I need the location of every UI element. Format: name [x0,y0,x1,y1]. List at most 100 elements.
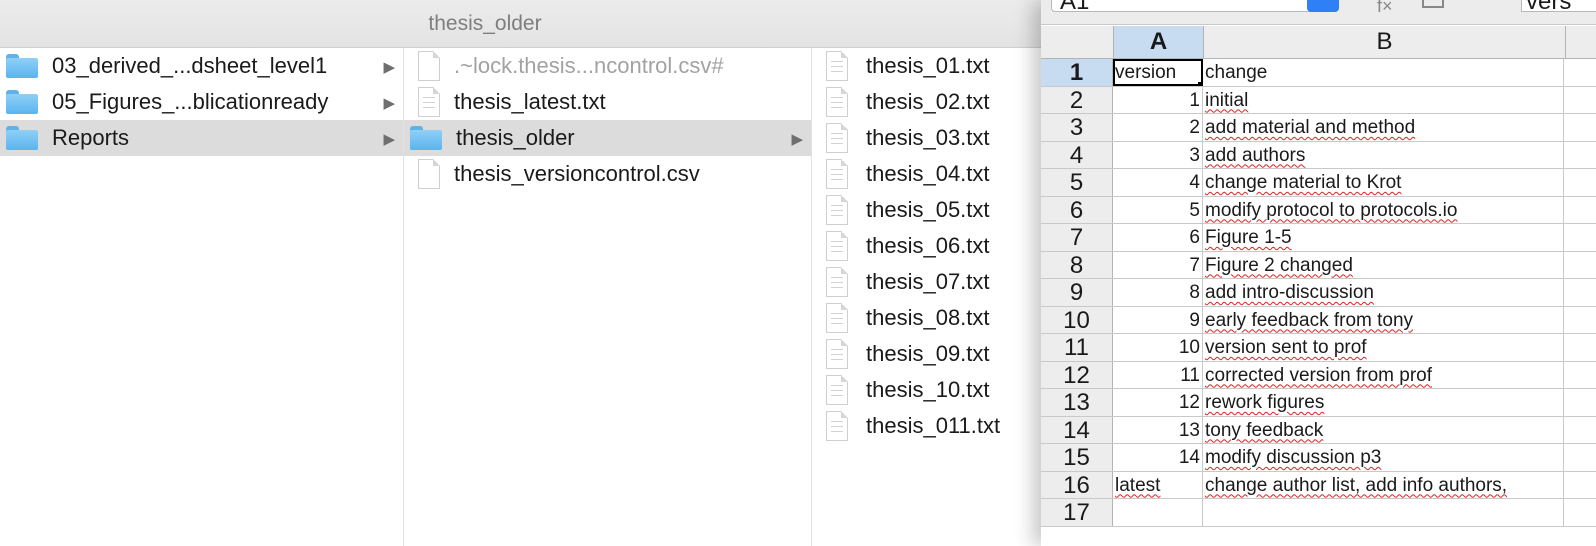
cell-a[interactable]: 2 [1113,114,1203,141]
column-header-b[interactable]: B [1204,26,1566,58]
table-row: 10 9 early feedback from tony [1041,306,1596,334]
column-header-a[interactable]: A [1114,26,1204,58]
cell-a[interactable]: 12 [1113,389,1203,416]
browser-column-2[interactable]: .~lock.thesis...ncontrol.csv# thesis_late… [404,48,812,546]
finder-item[interactable]: thesis_011.txt [812,408,1061,444]
cell-a[interactable]: 5 [1113,196,1203,223]
browser-column-3[interactable]: thesis_01.txt thesis_02.txt thesis_03.txt t… [812,48,1061,546]
finder-item[interactable]: thesis_versioncontrol.csv [404,156,811,192]
browser-column-1[interactable]: 03_derived_...dsheet_level1 ▶ 05_Figures_.… [0,48,404,546]
finder-item-label: .~lock.thesis...ncontrol.csv# [454,53,724,78]
cell-a[interactable]: 3 [1113,141,1203,168]
text-document-icon [826,51,848,81]
function-wizard-icon[interactable]: f× [1377,0,1393,17]
row-header[interactable]: 1 [1041,59,1113,86]
cell-b[interactable]: change author list, add info authors, [1203,471,1564,498]
finder-item[interactable]: thesis_04.txt [812,156,1061,192]
cell-a[interactable] [1113,499,1203,526]
cell-b[interactable]: rework figures [1203,389,1564,416]
row-header[interactable]: 6 [1041,196,1113,223]
finder-item[interactable]: 05_Figures_...blicationready ▶ [0,84,403,120]
cell-a[interactable]: 8 [1113,279,1203,306]
table-row: 8 7 Figure 2 changed [1041,251,1596,279]
finder-item[interactable]: thesis_07.txt [812,264,1061,300]
cell-a[interactable]: 1 [1113,86,1203,113]
finder-item[interactable]: 03_derived_...dsheet_level1 ▶ [0,48,403,84]
select-all-corner[interactable] [1041,26,1114,58]
row-header[interactable]: 16 [1041,471,1113,498]
cell-b[interactable]: add authors [1203,141,1564,168]
finder-item-label: thesis_08.txt [866,305,990,330]
name-box-dropdown-button[interactable] [1307,0,1339,12]
cell-b[interactable]: early feedback from tony [1203,306,1564,333]
cell-b[interactable]: modify protocol to protocols.io [1203,196,1564,223]
disclosure-arrow-icon: ▶ [383,131,395,148]
cell-b[interactable]: Figure 2 changed [1203,251,1564,278]
finder-item[interactable]: thesis_06.txt [812,228,1061,264]
cell-a[interactable]: 14 [1113,444,1203,471]
cell-b[interactable]: modify discussion p3 [1203,444,1564,471]
finder-item[interactable]: thesis_05.txt [812,192,1061,228]
cell-a[interactable]: version [1113,59,1203,86]
text-document-icon [826,123,848,153]
text-document-icon [826,195,848,225]
sum-icon[interactable] [1422,0,1444,8]
formula-bar: A1 f× vers [1041,0,1596,25]
cell-b[interactable] [1203,499,1564,526]
cell-a[interactable]: 13 [1113,416,1203,443]
row-header[interactable]: 17 [1041,499,1113,526]
finder-item[interactable]: thesis_older ▶ [404,120,811,156]
row-header[interactable]: 14 [1041,416,1113,443]
cell-a[interactable]: 10 [1113,334,1203,361]
row-header[interactable]: 12 [1041,361,1113,388]
formula-input[interactable]: vers [1521,0,1596,12]
row-header[interactable]: 7 [1041,224,1113,251]
cell-b[interactable]: tony feedback [1203,416,1564,443]
row-header[interactable]: 15 [1041,444,1113,471]
row-header[interactable]: 8 [1041,251,1113,278]
finder-item-label: thesis_011.txt [866,413,1001,438]
cell-a[interactable]: 11 [1113,361,1203,388]
cell-a[interactable]: latest [1113,471,1203,498]
cell-b[interactable]: version sent to prof [1203,334,1564,361]
finder-item-label: thesis_05.txt [866,197,990,222]
cell-a[interactable]: 7 [1113,251,1203,278]
table-row: 1 version change [1041,59,1596,87]
row-header[interactable]: 4 [1041,141,1113,168]
finder-item[interactable]: thesis_08.txt [812,300,1061,336]
table-row: 5 4 change material to Krot [1041,169,1596,197]
table-row: 15 14 modify discussion p3 [1041,444,1596,472]
row-header[interactable]: 10 [1041,306,1113,333]
row-header[interactable]: 2 [1041,86,1113,113]
table-row: 4 3 add authors [1041,141,1596,169]
cell-b[interactable]: add intro-discussion [1203,279,1564,306]
spreadsheet-grid[interactable]: A B 1 version change 2 1 initial 3 2 add materia… [1041,26,1596,527]
cell-a[interactable]: 9 [1113,306,1203,333]
finder-item[interactable]: .~lock.thesis...ncontrol.csv# [404,48,811,84]
row-header[interactable]: 13 [1041,389,1113,416]
row-header[interactable]: 11 [1041,334,1113,361]
cell-b[interactable]: initial [1203,86,1564,113]
folder-icon [6,126,38,150]
row-header[interactable]: 9 [1041,279,1113,306]
finder-item[interactable]: thesis_03.txt [812,120,1061,156]
name-box[interactable]: A1 [1051,0,1313,15]
cell-b[interactable]: change material to Krot [1203,169,1564,196]
cell-b[interactable]: corrected version from prof [1203,361,1564,388]
row-header[interactable]: 3 [1041,114,1113,141]
document-icon [418,159,440,189]
finder-item[interactable]: thesis_01.txt [812,48,1061,84]
text-document-icon [826,159,848,189]
finder-item[interactable]: thesis_09.txt [812,336,1061,372]
cell-b[interactable]: add material and method [1203,114,1564,141]
finder-item-label: thesis_06.txt [866,233,990,258]
finder-item[interactable]: thesis_10.txt [812,372,1061,408]
finder-item[interactable]: thesis_02.txt [812,84,1061,120]
finder-item[interactable]: Reports ▶ [0,120,403,156]
finder-item[interactable]: thesis_latest.txt [404,84,811,120]
row-header[interactable]: 5 [1041,169,1113,196]
cell-a[interactable]: 6 [1113,224,1203,251]
cell-b[interactable]: Figure 1-5 [1203,224,1564,251]
cell-a[interactable]: 4 [1113,169,1203,196]
cell-b[interactable]: change [1203,59,1564,86]
